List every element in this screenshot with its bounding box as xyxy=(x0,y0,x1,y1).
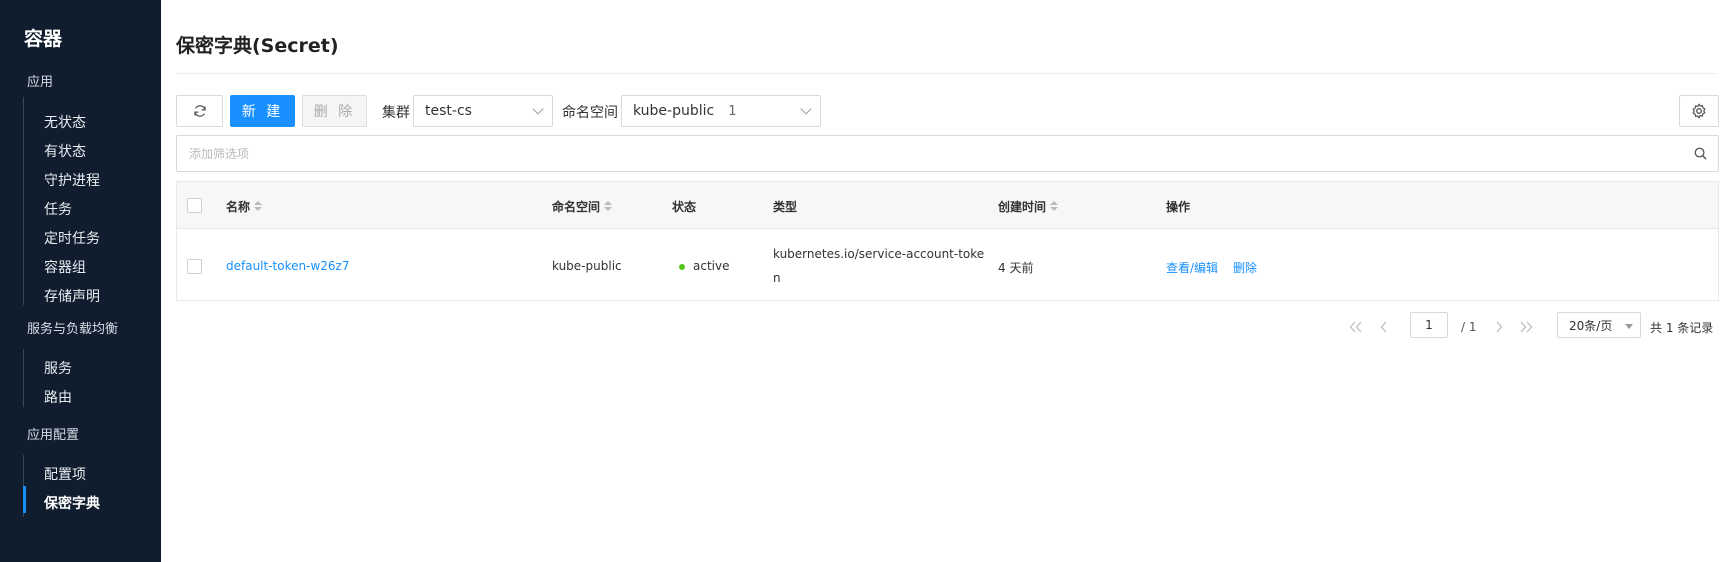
total-records: 共 1 条记录 xyxy=(1650,320,1714,335)
column-created-label: 创建时间 xyxy=(998,200,1047,214)
column-actions-label: 操作 xyxy=(1166,200,1191,214)
sidebar-group-config: 应用配置 xyxy=(27,428,80,443)
sort-icon xyxy=(254,201,263,212)
cluster-select[interactable]: test-cs xyxy=(413,95,553,127)
total-pages: / 1 xyxy=(1461,320,1477,334)
status-dot xyxy=(679,263,685,270)
sidebar-item-jobs[interactable]: 任务 xyxy=(44,199,72,219)
column-status: 状态 xyxy=(672,198,696,215)
next-page-icon xyxy=(1496,321,1503,333)
sidebar-item-services[interactable]: 服务 xyxy=(44,358,72,378)
column-namespace-label: 命名空间 xyxy=(552,200,601,214)
column-name[interactable]: 名称 xyxy=(226,198,263,215)
first-page-button[interactable] xyxy=(1349,314,1363,340)
settings-icon xyxy=(1692,103,1706,119)
row-type-line2: n xyxy=(773,271,781,285)
column-namespace[interactable]: 命名空间 xyxy=(552,198,613,215)
page-size-value: 20条/页 xyxy=(1569,318,1613,333)
chevron-down-icon xyxy=(800,103,812,115)
last-page-icon xyxy=(1520,321,1533,333)
page-size-select[interactable]: 20条/页 xyxy=(1557,312,1641,338)
sidebar: 容器 应用 无状态 有状态 守护进程 任务 定时任务 容器组 存储声明 服务与负… xyxy=(0,0,161,562)
sidebar-item-pods[interactable]: 容器组 xyxy=(44,257,86,277)
main-content: 保密字典(Secret) 新 建 删 除 集群 test-cs 命名空间 kub… xyxy=(161,0,1727,562)
row-namespace: kube-public xyxy=(552,259,622,273)
select-all-checkbox[interactable] xyxy=(187,198,202,213)
sidebar-item-pvcs[interactable]: 存储声明 xyxy=(44,286,100,306)
filter-bar xyxy=(176,135,1719,172)
next-page-button[interactable] xyxy=(1495,314,1503,340)
sort-icon xyxy=(1050,201,1059,212)
view-edit-link[interactable]: 查看/编辑 xyxy=(1166,259,1218,276)
sidebar-active-indicator xyxy=(23,486,26,513)
chevron-down-icon xyxy=(532,103,544,115)
prev-page-icon xyxy=(1380,321,1387,333)
namespace-select[interactable]: kube-public 1 xyxy=(621,95,821,127)
sidebar-title: 容器 xyxy=(24,28,63,50)
cluster-label: 集群 xyxy=(382,105,410,121)
sidebar-item-secrets[interactable]: 保密字典 xyxy=(44,493,100,513)
row-checkbox[interactable] xyxy=(187,259,202,274)
namespace-count: 1 xyxy=(728,103,737,119)
namespace-label: 命名空间 xyxy=(562,105,618,121)
cluster-value: test-cs xyxy=(425,103,472,119)
sidebar-group-apps: 应用 xyxy=(27,75,54,90)
secrets-table: 名称 命名空间 状态 类型 创建时间 操作 default-token-w26z… xyxy=(176,181,1719,301)
caret-down-icon xyxy=(1625,324,1633,329)
last-page-button[interactable] xyxy=(1519,314,1533,340)
sidebar-item-configmaps[interactable]: 配置项 xyxy=(44,464,86,484)
page-title: 保密字典(Secret) xyxy=(176,35,339,57)
status-badge: active xyxy=(679,259,729,273)
status-text: active xyxy=(693,259,730,273)
column-type: 类型 xyxy=(773,198,797,215)
sidebar-rail xyxy=(23,97,24,305)
sidebar-item-deployments[interactable]: 无状态 xyxy=(44,112,86,132)
first-page-icon xyxy=(1349,321,1362,333)
table-header: 名称 命名空间 状态 类型 创建时间 操作 xyxy=(177,182,1718,229)
sidebar-item-statefulsets[interactable]: 有状态 xyxy=(44,141,86,161)
page-number-input[interactable]: 1 xyxy=(1410,312,1448,338)
sidebar-item-cronjobs[interactable]: 定时任务 xyxy=(44,228,100,248)
refresh-icon xyxy=(193,105,206,117)
column-type-label: 类型 xyxy=(773,200,798,214)
delete-link[interactable]: 删除 xyxy=(1233,259,1257,276)
sidebar-rail xyxy=(23,349,24,407)
new-button[interactable]: 新 建 xyxy=(230,95,295,127)
row-created: 4 天前 xyxy=(998,261,1034,275)
settings-button[interactable] xyxy=(1679,95,1719,127)
refresh-button[interactable] xyxy=(176,95,223,127)
namespace-value: kube-public xyxy=(633,103,715,119)
column-created[interactable]: 创建时间 xyxy=(998,198,1059,215)
column-name-label: 名称 xyxy=(226,200,251,214)
sort-icon xyxy=(604,201,613,212)
sidebar-item-daemonsets[interactable]: 守护进程 xyxy=(44,170,100,190)
row-type-line1: kubernetes.io/service-account-toke xyxy=(773,247,985,261)
delete-button[interactable]: 删 除 xyxy=(302,95,367,127)
column-status-label: 状态 xyxy=(672,200,697,214)
filter-input[interactable] xyxy=(177,136,1657,171)
title-divider xyxy=(176,73,1717,74)
secret-name-link[interactable]: default-token-w26z7 xyxy=(226,259,349,273)
sidebar-group-services: 服务与负载均衡 xyxy=(27,322,119,337)
search-icon[interactable] xyxy=(1693,146,1708,161)
column-actions: 操作 xyxy=(1166,198,1190,215)
prev-page-button[interactable] xyxy=(1380,314,1388,340)
sidebar-item-ingress[interactable]: 路由 xyxy=(44,387,72,407)
